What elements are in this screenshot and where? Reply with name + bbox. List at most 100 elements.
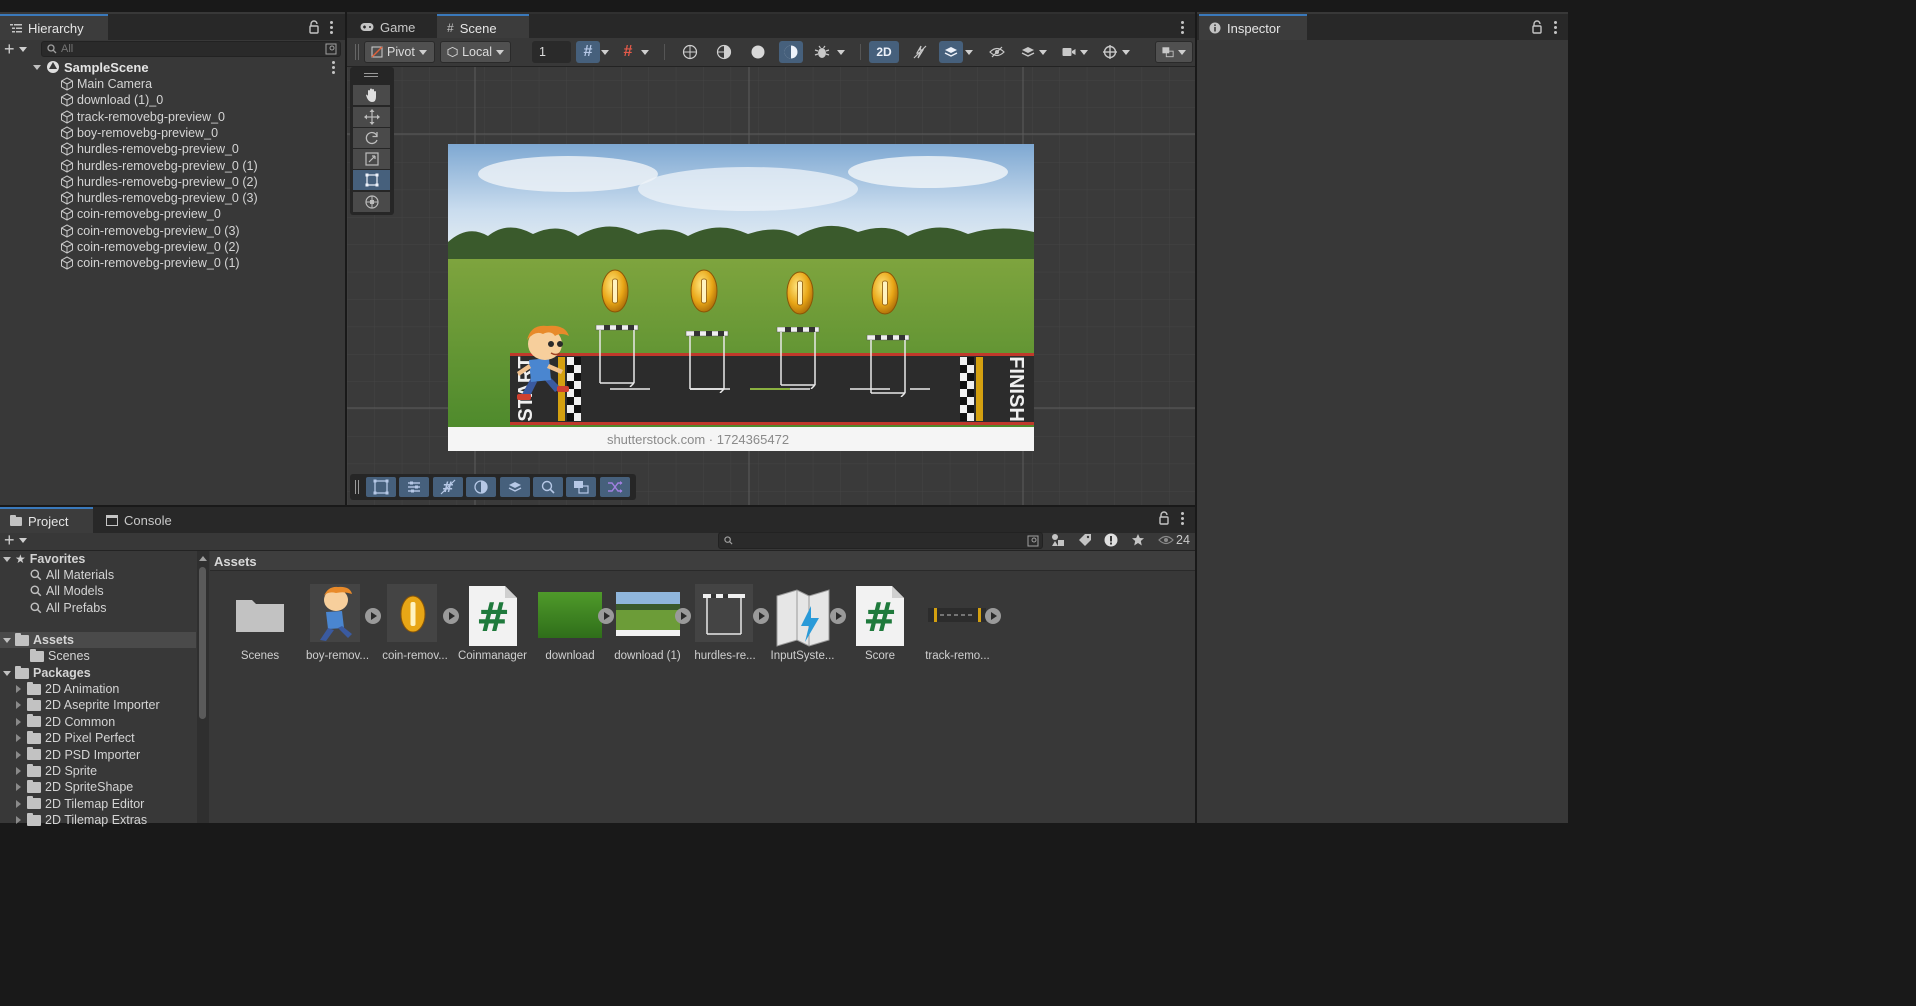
hierarchy-item[interactable]: hurdles-removebg-preview_0 (3) bbox=[0, 190, 345, 206]
hierarchy-item[interactable]: boy-removebg-preview_0 bbox=[0, 125, 345, 141]
expand-arrow-icon[interactable] bbox=[16, 783, 21, 792]
hurdle-sprite[interactable] bbox=[594, 325, 640, 387]
debug-draw-mode-button[interactable] bbox=[810, 41, 834, 63]
search-scope-icon[interactable] bbox=[1027, 535, 1039, 547]
expand-arrow-icon[interactable] bbox=[3, 556, 11, 562]
expand-arrow-icon[interactable] bbox=[3, 670, 11, 676]
tab-game[interactable]: Game bbox=[350, 14, 436, 40]
coin-sprite[interactable] bbox=[871, 271, 899, 315]
hierarchy-item[interactable]: download (1)_0 bbox=[0, 92, 345, 108]
package-item[interactable]: 2D Tilemap Editor bbox=[16, 796, 144, 812]
lock-icon[interactable] bbox=[1158, 511, 1170, 525]
favorite-item[interactable]: All Materials bbox=[30, 567, 114, 583]
package-item[interactable]: 2D Animation bbox=[16, 681, 119, 697]
lock-icon[interactable] bbox=[1531, 20, 1543, 34]
hierarchy-item[interactable]: hurdles-removebg-preview_0 (2) bbox=[0, 174, 345, 190]
hierarchy-scene-row[interactable]: SampleScene bbox=[0, 59, 345, 75]
favorites-row[interactable]: ★ Favorites bbox=[0, 551, 85, 567]
package-item[interactable]: 2D PSD Importer bbox=[16, 747, 140, 763]
hierarchy-item[interactable]: coin-removebg-preview_0 (3) bbox=[0, 223, 345, 239]
shuffle-button[interactable] bbox=[599, 477, 630, 497]
package-item[interactable]: 2D Sprite bbox=[16, 763, 97, 779]
project-menu-icon[interactable] bbox=[1175, 509, 1189, 527]
asset-item[interactable]: # Coinmanager bbox=[458, 584, 528, 668]
grid-increment-field[interactable]: 1 bbox=[532, 41, 571, 63]
asset-item[interactable]: hurdles-re... bbox=[690, 584, 760, 668]
layers-dropdown[interactable] bbox=[1017, 41, 1051, 63]
transform-tool-button[interactable] bbox=[353, 192, 390, 212]
layer-sort-button[interactable] bbox=[499, 477, 530, 497]
search-magnifier-button[interactable] bbox=[533, 477, 563, 497]
hierarchy-item[interactable]: coin-removebg-preview_0 bbox=[0, 206, 345, 222]
package-item[interactable]: 2D Common bbox=[16, 714, 115, 730]
effects-dropdown[interactable] bbox=[962, 41, 976, 63]
hierarchy-add-button[interactable]: + bbox=[4, 40, 34, 58]
wireframe-shading-button[interactable] bbox=[678, 41, 702, 63]
asset-item[interactable]: # Score bbox=[845, 584, 915, 668]
scene-menu-icon[interactable] bbox=[326, 58, 340, 76]
coin-sprite[interactable] bbox=[601, 269, 629, 313]
expand-arrow-icon[interactable] bbox=[16, 717, 21, 726]
track-sprite[interactable]: FINISH START bbox=[510, 353, 1034, 425]
scrollbar-thumb[interactable] bbox=[199, 567, 206, 719]
expand-subassets-icon[interactable] bbox=[597, 608, 614, 624]
sprite-editor-button[interactable] bbox=[399, 477, 430, 497]
hierarchy-item[interactable]: coin-removebg-preview_0 (1) bbox=[0, 255, 345, 271]
expand-arrow-icon[interactable] bbox=[16, 767, 21, 775]
asset-item[interactable]: boy-remov... bbox=[303, 584, 373, 668]
filter-by-type-icon[interactable] bbox=[1051, 533, 1065, 547]
audio-effects-toggle[interactable] bbox=[939, 41, 963, 63]
asset-item[interactable]: Scenes bbox=[225, 584, 295, 668]
packages-row[interactable]: Packages bbox=[0, 665, 91, 681]
coin-sprite[interactable] bbox=[690, 269, 718, 313]
favorites-star-icon[interactable] bbox=[1131, 533, 1145, 547]
gizmos-dropdown[interactable] bbox=[1097, 41, 1135, 63]
scene-visibility-toggle[interactable] bbox=[985, 41, 1009, 63]
expand-arrow-icon[interactable] bbox=[3, 637, 11, 643]
hierarchy-item[interactable]: coin-removebg-preview_0 (2) bbox=[0, 239, 345, 255]
expand-subassets-icon[interactable] bbox=[985, 608, 1001, 624]
asset-item[interactable]: download bbox=[535, 584, 605, 668]
package-item[interactable]: 2D Pixel Perfect bbox=[16, 730, 135, 746]
camera-settings-dropdown[interactable] bbox=[1058, 41, 1092, 63]
project-tree-scrollbar[interactable] bbox=[197, 551, 209, 823]
grid-options-dropdown[interactable] bbox=[598, 41, 612, 63]
asset-item[interactable]: track-remo... bbox=[923, 584, 993, 668]
tile-palette-button[interactable]: # bbox=[432, 477, 463, 497]
assets-row[interactable]: Assets bbox=[0, 632, 74, 648]
inspector-menu-icon[interactable] bbox=[1548, 18, 1562, 36]
move-tool-button[interactable] bbox=[353, 107, 390, 127]
hierarchy-item[interactable]: hurdles-removebg-preview_0 bbox=[0, 141, 345, 157]
asset-item[interactable]: coin-remov... bbox=[380, 584, 450, 668]
hurdle-sprite[interactable] bbox=[684, 331, 730, 393]
favorite-item[interactable]: All Prefabs bbox=[30, 600, 106, 616]
favorite-item[interactable]: All Models bbox=[30, 583, 104, 599]
shaded-wireframe-button[interactable] bbox=[712, 41, 736, 63]
tab-scene[interactable]: # Scene bbox=[437, 14, 529, 40]
expand-arrow-icon[interactable] bbox=[16, 750, 21, 759]
local-dropdown[interactable]: Local bbox=[440, 41, 511, 63]
snap-options-dropdown[interactable] bbox=[638, 41, 652, 63]
boy-sprite[interactable] bbox=[511, 322, 577, 404]
lighting-toggle[interactable] bbox=[908, 41, 932, 63]
hurdle-sprite[interactable] bbox=[775, 327, 821, 389]
hierarchy-search-input[interactable] bbox=[61, 43, 321, 55]
tab-console[interactable]: Console bbox=[96, 507, 186, 533]
expand-subassets-icon[interactable] bbox=[365, 608, 381, 624]
hierarchy-item[interactable]: track-removebg-preview_0 bbox=[0, 109, 345, 125]
expand-arrow-icon[interactable] bbox=[33, 64, 41, 70]
expand-arrow-icon[interactable] bbox=[16, 816, 21, 825]
expand-arrow-icon[interactable] bbox=[16, 734, 21, 743]
hidden-packages-toggle[interactable]: 24 bbox=[1158, 532, 1194, 548]
camera-preview-button[interactable] bbox=[566, 477, 597, 497]
hierarchy-menu-icon[interactable] bbox=[324, 18, 338, 36]
rect-tool-button[interactable] bbox=[353, 170, 390, 190]
package-item[interactable]: 2D SpriteShape bbox=[16, 779, 133, 795]
tools-overlay-grip[interactable] bbox=[364, 73, 378, 77]
expand-arrow-icon[interactable] bbox=[16, 701, 21, 710]
overlay-menu-dropdown[interactable] bbox=[1155, 41, 1193, 63]
scenes-folder-row[interactable]: Scenes bbox=[30, 648, 90, 664]
expand-arrow-icon[interactable] bbox=[16, 799, 21, 808]
expand-subassets-icon[interactable] bbox=[830, 608, 846, 624]
tab-hierarchy[interactable]: Hierarchy bbox=[0, 14, 108, 40]
